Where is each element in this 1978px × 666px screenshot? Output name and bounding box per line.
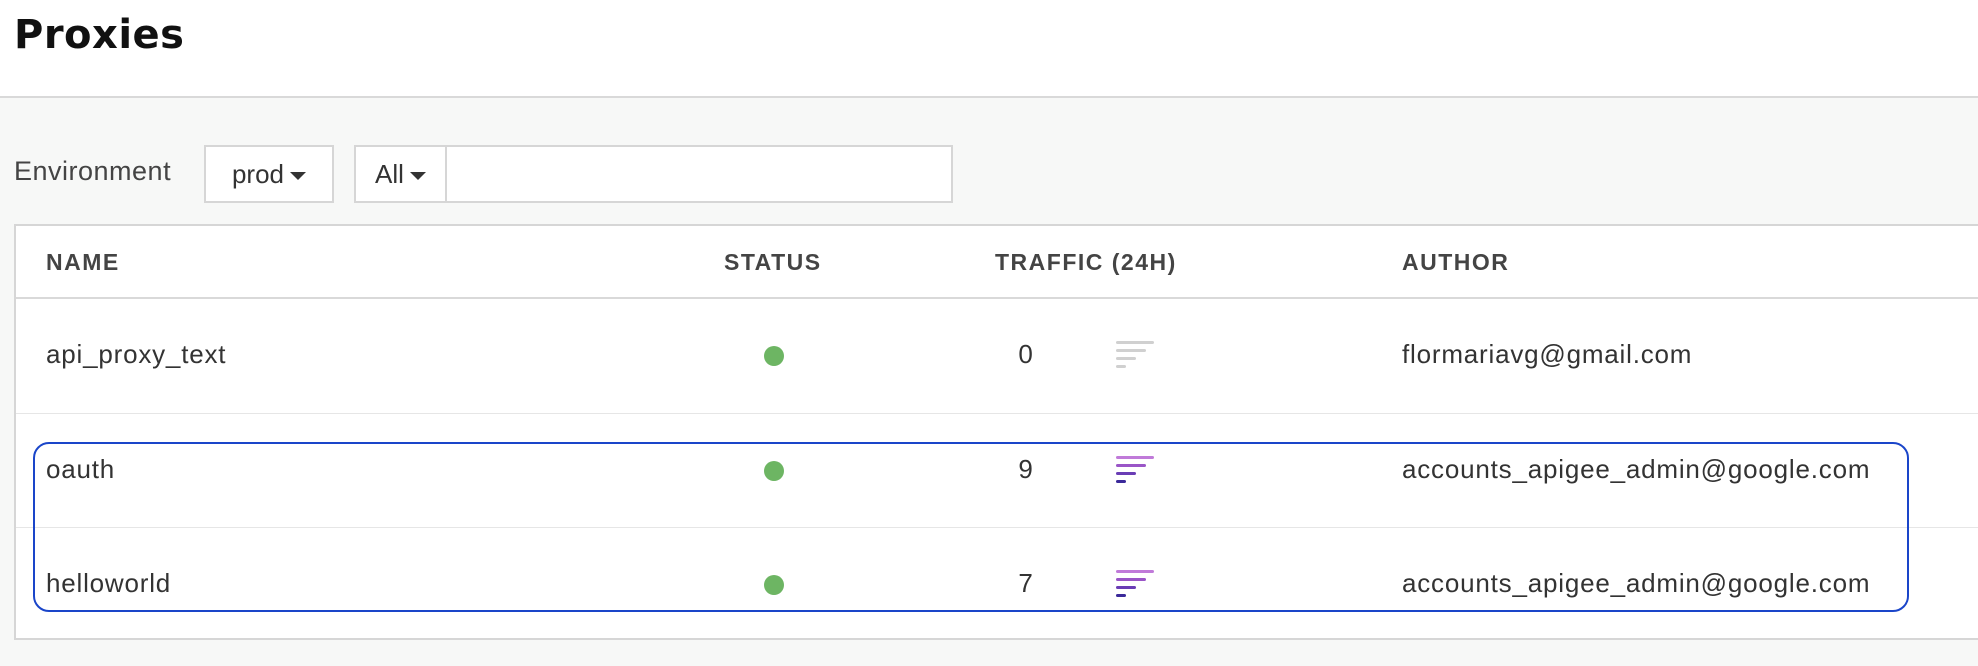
column-header-name[interactable]: NAME (46, 249, 120, 276)
page-title: Proxies (14, 12, 185, 58)
scope-dropdown[interactable]: All (354, 145, 447, 203)
proxy-name[interactable]: api_proxy_text (46, 339, 226, 370)
environment-value: prod (231, 158, 285, 189)
page-header: Proxies (0, 0, 1978, 98)
proxy-author: flormariavg@gmail.com (1402, 339, 1693, 369)
environment-label: Environment (14, 156, 172, 186)
status-deployed-icon (764, 346, 784, 366)
column-header-author[interactable]: AUTHOR (1402, 249, 1509, 276)
traffic-sparkline-icon (1116, 456, 1154, 483)
traffic-sparkline-icon (1116, 341, 1154, 368)
traffic-count: 9 (1018, 454, 1034, 484)
scope-value: All (375, 158, 404, 189)
table-row[interactable]: helloworld 7 accounts_apigee_admin@googl… (16, 528, 1978, 642)
proxy-name[interactable]: oauth (46, 454, 115, 485)
search-input[interactable] (445, 145, 953, 203)
environment-dropdown[interactable]: prod (204, 145, 334, 203)
traffic-count: 0 (1018, 339, 1034, 369)
caret-down-icon (290, 172, 307, 180)
proxy-author: accounts_apigee_admin@google.com (1402, 568, 1871, 598)
traffic-count: 7 (1018, 568, 1034, 598)
proxy-name[interactable]: helloworld (46, 568, 171, 599)
column-header-status[interactable]: STATUS (724, 249, 822, 276)
proxies-table: NAME STATUS TRAFFIC (24H) AUTHOR api_pro… (14, 224, 1978, 640)
column-header-traffic[interactable]: TRAFFIC (24H) (995, 249, 1177, 276)
status-deployed-icon (764, 575, 784, 595)
caret-down-icon (409, 172, 426, 180)
table-row[interactable]: oauth 9 accounts_apigee_admin@google.com (16, 414, 1978, 528)
status-deployed-icon (764, 461, 784, 481)
table-row[interactable]: api_proxy_text 0 flormariavg@gmail.com (16, 299, 1978, 413)
proxy-author: accounts_apigee_admin@google.com (1402, 454, 1871, 484)
traffic-sparkline-icon (1116, 570, 1154, 597)
